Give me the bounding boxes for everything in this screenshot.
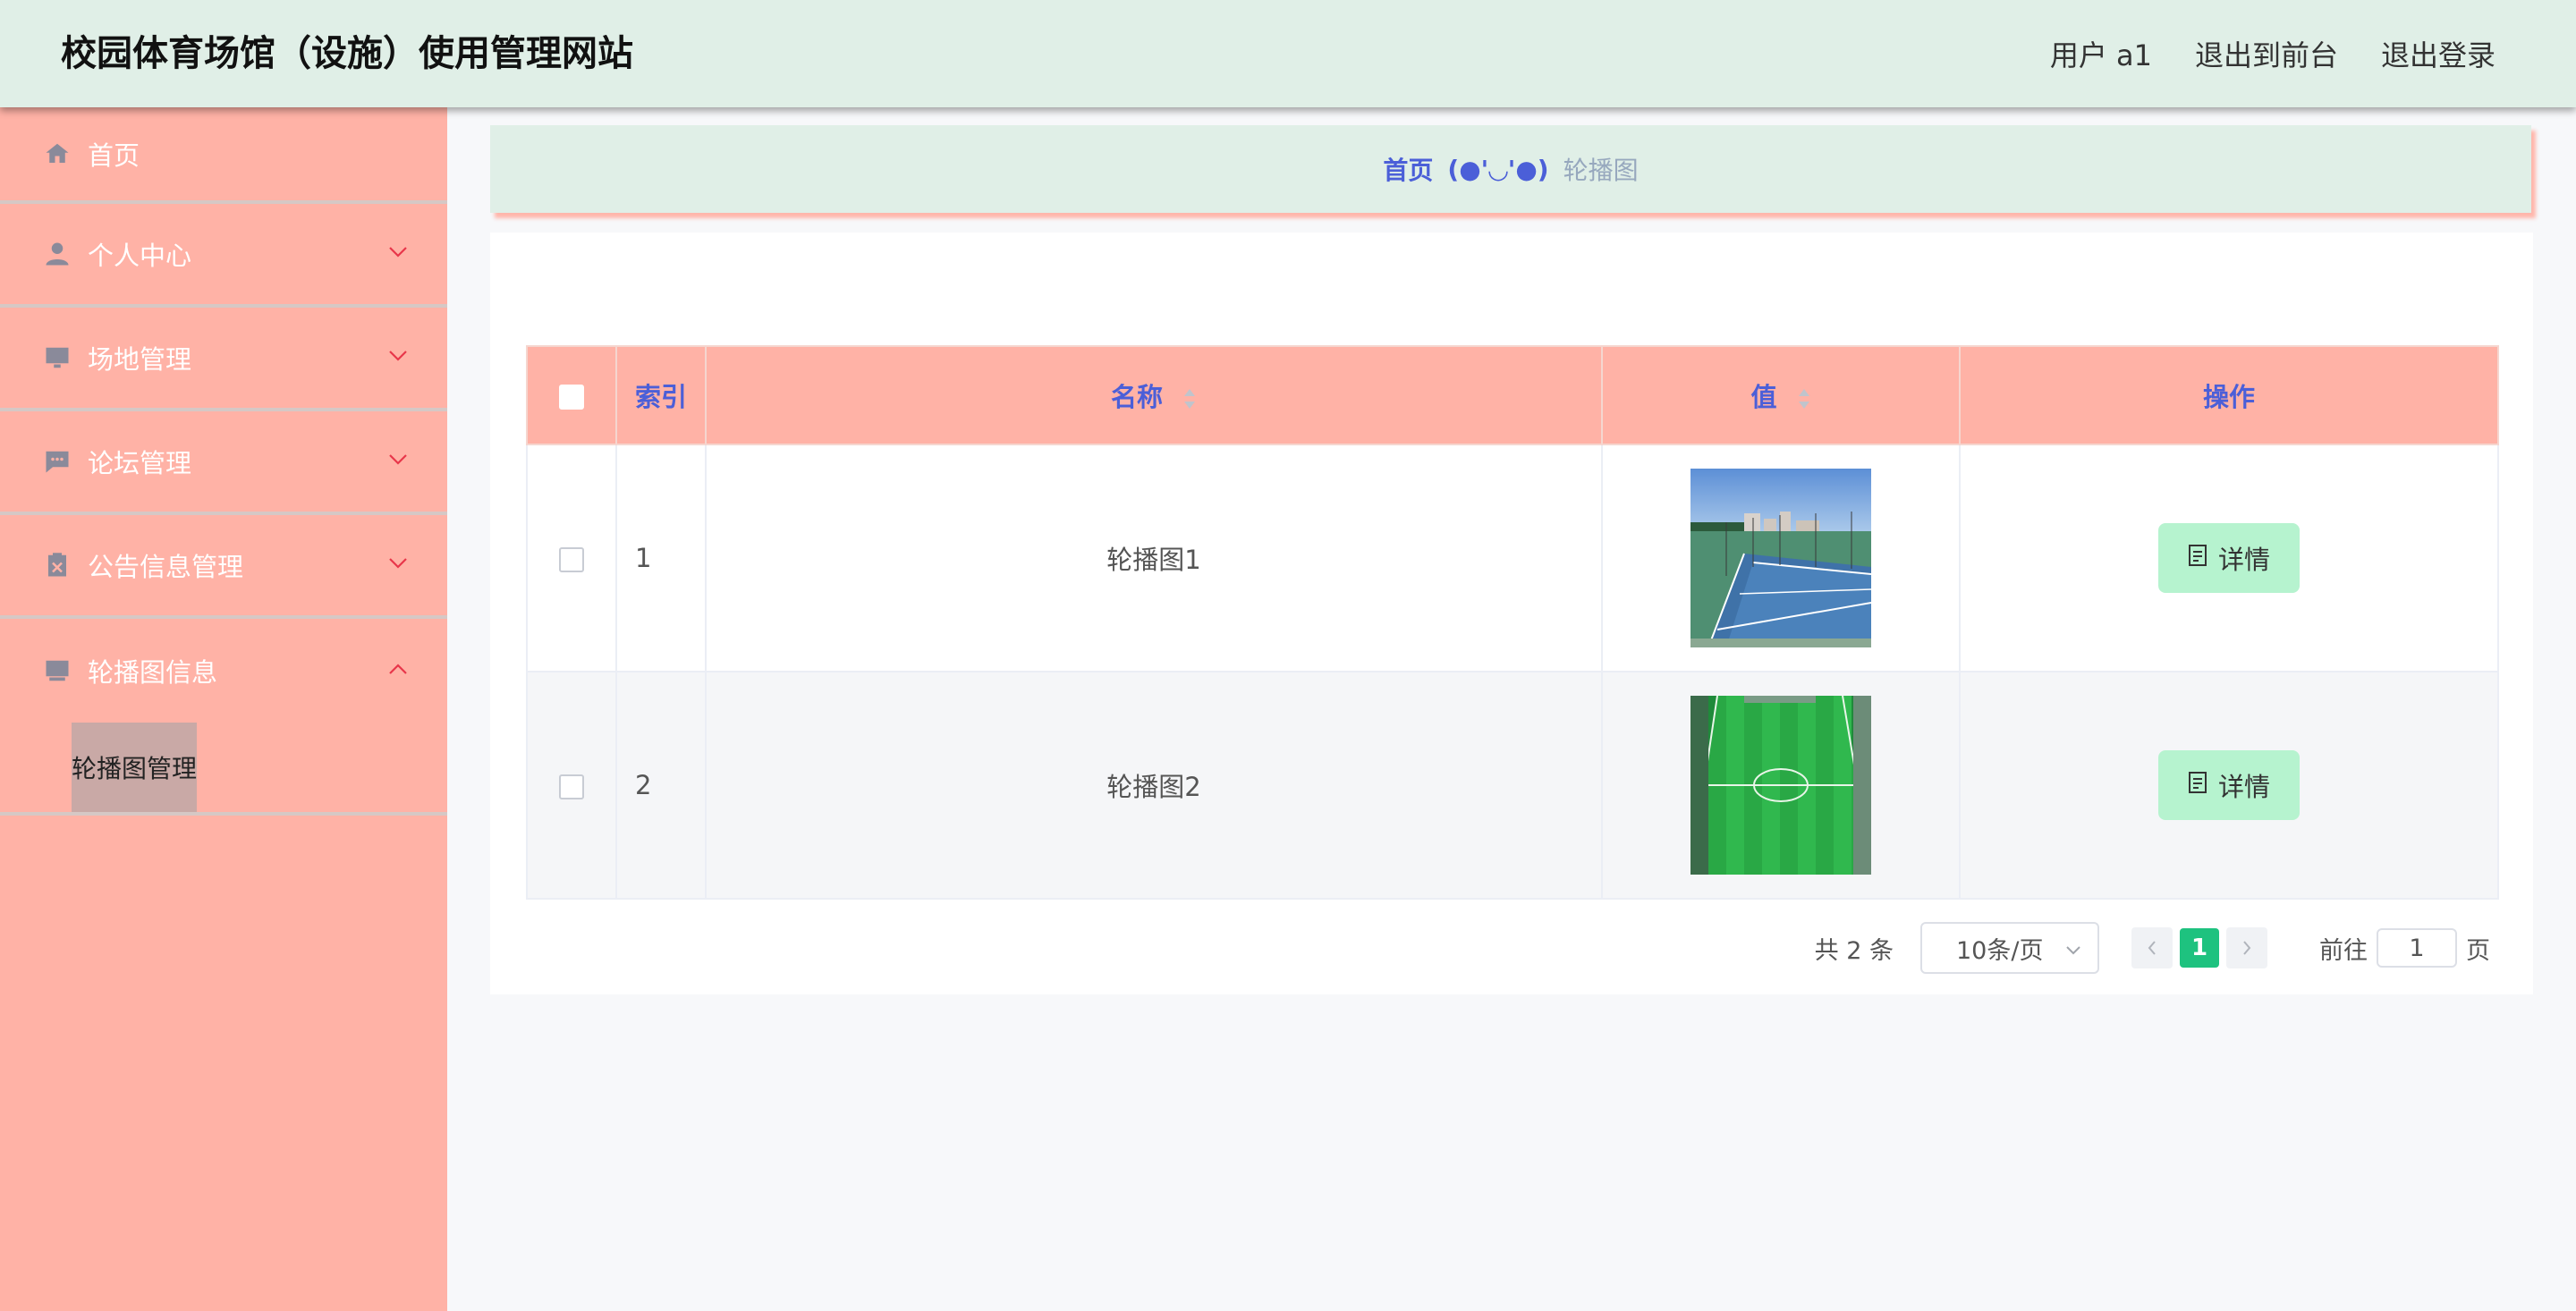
document-icon [2188, 770, 2207, 800]
breadcrumb-current: 轮播图 [1563, 156, 1639, 185]
header-nav: 用户 a1 退出到前台 退出登录 [2050, 0, 2496, 107]
sidebar-item-label: 论坛管理 [88, 448, 192, 478]
header-name-label: 名称 [1110, 382, 1163, 412]
page-size-value: 10条/页 [1956, 936, 2044, 965]
table-row: 2 轮播图2 详情 [526, 671, 2499, 900]
row-index: 2 [615, 671, 707, 900]
total-count: 共 2 条 [1814, 936, 1894, 965]
detail-button[interactable]: 详情 [2158, 750, 2300, 820]
chevron-down-icon [2065, 935, 2081, 962]
breadcrumb: 首页 (●'◡'●) 轮播图 [490, 125, 2531, 213]
row-action-cell: 详情 [1959, 444, 2499, 672]
sidebar-item-home[interactable]: 首页 [0, 107, 447, 204]
select-all-cell [526, 345, 617, 445]
sidebar-item-notice-management[interactable]: 公告信息管理 [0, 515, 447, 619]
header-value[interactable]: 值 [1601, 345, 1961, 445]
sidebar-item-venue-management[interactable]: 场地管理 [0, 308, 447, 411]
sidebar-item-forum-management[interactable]: 论坛管理 [0, 411, 447, 515]
row-name: 轮播图2 [705, 671, 1603, 900]
header-name[interactable]: 名称 [705, 345, 1603, 445]
header-value-label: 值 [1750, 382, 1777, 412]
pagination: 共 2 条 10条/页 1 前往 1 页 [1815, 921, 2490, 975]
goto-prefix: 前往 [2319, 936, 2368, 965]
chevron-down-icon [385, 347, 411, 365]
sidebar-subitem-carousel-management[interactable]: 轮播图管理 [72, 723, 197, 812]
header-action: 操作 [1959, 345, 2499, 445]
picture-icon [43, 656, 72, 685]
row-select-cell [526, 671, 617, 900]
header-index: 索引 [615, 345, 707, 445]
row-action-cell: 详情 [1959, 671, 2499, 900]
row-index: 1 [615, 444, 707, 672]
home-icon [43, 140, 72, 168]
page-size-select[interactable]: 10条/页 [1920, 922, 2099, 974]
prev-page-button[interactable] [2131, 927, 2173, 968]
detail-button-label: 详情 [2217, 545, 2270, 575]
breadcrumb-home[interactable]: 首页 [1383, 151, 1433, 187]
sidebar-item-label: 个人中心 [88, 241, 192, 271]
chevron-down-icon [385, 243, 411, 261]
row-value-cell [1601, 671, 1961, 900]
sidebar-item-label: 场地管理 [88, 344, 192, 375]
row-select-cell [526, 444, 617, 672]
chevron-down-icon [385, 451, 411, 469]
user-label[interactable]: 用户 a1 [2050, 33, 2152, 74]
logout-link[interactable]: 退出登录 [2381, 33, 2496, 74]
sidebar: 首页 个人中心 场地管理 论坛管理 公告信息管理 轮播图信息 轮播图管理 [0, 107, 447, 1311]
monitor-icon [43, 343, 72, 372]
tennis-court-photo[interactable] [1690, 469, 1871, 647]
sort-icon[interactable] [1797, 387, 1811, 410]
next-page-button[interactable] [2226, 927, 2267, 968]
chevron-down-icon [385, 554, 411, 572]
goto-page-input[interactable]: 1 [2377, 928, 2457, 968]
sidebar-item-label: 首页 [88, 140, 140, 171]
table-row: 1 轮播图1 详情 [526, 444, 2499, 672]
page-number-current[interactable]: 1 [2180, 928, 2219, 968]
chevron-up-icon [385, 660, 411, 678]
sidebar-item-personal-center[interactable]: 个人中心 [0, 204, 447, 308]
row-checkbox[interactable] [559, 774, 584, 799]
select-all-checkbox[interactable] [559, 385, 584, 410]
top-header: 校园体育场馆（设施）使用管理网站 用户 a1 退出到前台 退出登录 [0, 0, 2576, 107]
sidebar-item-label: 公告信息管理 [88, 552, 244, 582]
sidebar-item-carousel-info[interactable]: 轮播图信息 [0, 619, 447, 723]
soccer-field-photo[interactable] [1690, 696, 1871, 875]
detail-button[interactable]: 详情 [2158, 523, 2300, 593]
sidebar-item-label: 轮播图信息 [88, 657, 218, 688]
breadcrumb-separator: (●'◡'●) [1447, 154, 1549, 184]
row-value-cell [1601, 444, 1961, 672]
row-name: 轮播图1 [705, 444, 1603, 672]
table-header-row: 索引 名称 值 操作 [526, 345, 2499, 445]
user-icon [43, 240, 72, 268]
sort-icon[interactable] [1182, 387, 1197, 410]
detail-button-label: 详情 [2217, 772, 2270, 802]
document-icon [2188, 543, 2207, 573]
carousel-submenu: 轮播图管理 [0, 723, 447, 816]
clipboard-icon [43, 551, 72, 579]
content-panel: 索引 名称 值 操作 1 轮播图1 详情 2 轮播图2 详情 共 2 条 10条… [490, 233, 2533, 994]
row-checkbox[interactable] [559, 547, 584, 572]
goto-suffix: 页 [2466, 936, 2490, 965]
chat-icon [43, 447, 72, 476]
back-to-front-link[interactable]: 退出到前台 [2195, 33, 2338, 74]
carousel-table: 索引 名称 值 操作 1 轮播图1 详情 2 轮播图2 详情 [526, 345, 2499, 900]
site-title: 校园体育场馆（设施）使用管理网站 [61, 33, 633, 74]
